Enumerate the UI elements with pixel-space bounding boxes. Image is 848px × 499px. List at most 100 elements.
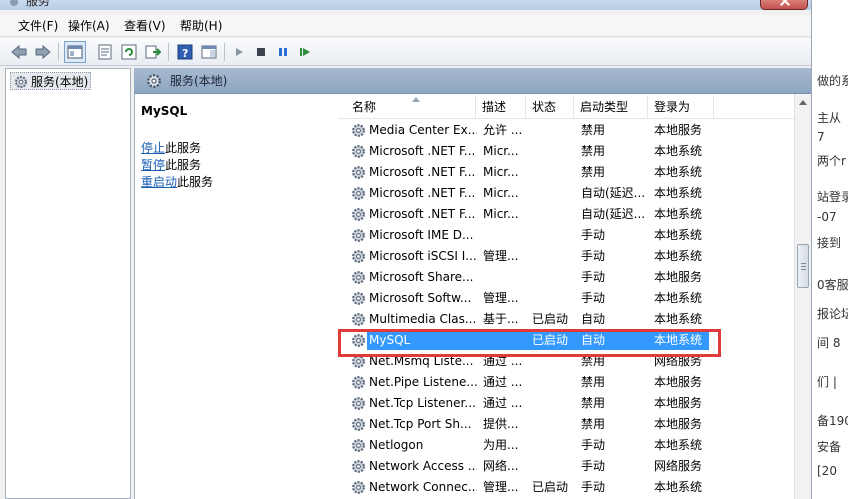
pause-service-button[interactable]	[272, 41, 294, 63]
back-button[interactable]	[8, 41, 30, 63]
service-description-cell: 管理...	[483, 480, 519, 494]
title-bar[interactable]: 服务	[0, 0, 811, 10]
table-row[interactable]: Microsoft .NET F... Micr... 禁用 本地系统	[338, 141, 794, 162]
play-icon	[236, 48, 243, 56]
help-button[interactable]: ?	[174, 41, 196, 63]
gear-icon	[352, 313, 365, 326]
grip-line	[801, 269, 806, 270]
toolbar-separator	[168, 43, 169, 61]
column-header-log-on-as[interactable]: 登录为	[648, 96, 714, 118]
gear-icon	[352, 124, 365, 137]
scroll-up-arrow-icon[interactable]	[799, 100, 807, 105]
service-logon-cell: 本地系统	[654, 480, 703, 494]
refresh-button[interactable]	[118, 41, 140, 63]
service-name-cell: Microsoft Softw...	[369, 291, 472, 305]
service-name-cell: Microsoft .NET F...	[369, 165, 476, 179]
restart-service-button[interactable]	[294, 41, 316, 63]
services-window: 服务 文件(F) 操作(A) 查看(V) 帮助(H) ? 服务(本地) 服务(本…	[0, 0, 812, 499]
column-header-description[interactable]: 描述	[476, 96, 526, 118]
forward-button[interactable]	[32, 41, 54, 63]
svg-text:?: ?	[182, 47, 188, 60]
gear-icon	[352, 376, 365, 389]
service-logon-cell: 本地服务	[654, 375, 703, 389]
tree-item-services-local[interactable]: 服务(本地)	[10, 72, 92, 90]
service-description-cell: Micr...	[483, 165, 519, 179]
table-row[interactable]: Media Center Ex... 允许 ... 禁用 本地服务	[338, 120, 794, 141]
properties-button[interactable]	[94, 41, 116, 63]
gear-icon	[352, 292, 365, 305]
table-row[interactable]: Microsoft .NET F... Micr... 禁用 本地系统	[338, 162, 794, 183]
column-header-status[interactable]: 状态	[526, 96, 574, 118]
show-action-pane-button[interactable]	[198, 41, 220, 63]
table-row[interactable]: Microsoft Softw... 管理... 手动 本地系统	[338, 288, 794, 309]
service-startup-type-cell: 手动	[581, 438, 606, 452]
stop-service-link[interactable]: 停止	[141, 141, 165, 155]
table-row[interactable]: Microsoft .NET F... Micr... 自动(延迟... 本地系统	[338, 183, 794, 204]
window-title: 服务	[26, 0, 51, 8]
table-row[interactable]: Multimedia Clas... 基于... 已启动 自动 本地系统	[338, 309, 794, 330]
background-text-fragment: 备190	[817, 414, 848, 428]
service-startup-type-cell: 禁用	[581, 417, 606, 431]
show-hide-console-tree-button[interactable]	[64, 41, 86, 63]
gear-icon	[352, 187, 365, 200]
table-row[interactable]: Net.Tcp Listener... 通过 ... 禁用 本地服务	[338, 393, 794, 414]
background-text-fragment: 们 |	[817, 375, 837, 389]
table-row[interactable]: Microsoft .NET F... Micr... 自动(延迟... 本地系统	[338, 204, 794, 225]
table-row[interactable]: Net.Tcp Port Sh... 提供... 禁用 本地服务	[338, 414, 794, 435]
scrollbar-thumb[interactable]	[797, 244, 809, 288]
menu-file[interactable]: 文件(F)	[14, 18, 62, 34]
column-header-startup-type[interactable]: 启动类型	[574, 96, 648, 118]
service-name-cell: Netlogon	[369, 438, 424, 452]
table-row[interactable]: Network Access ... 网络... 手动 网络服务	[338, 456, 794, 477]
table-row[interactable]: Netlogon 为用... 手动 本地系统	[338, 435, 794, 456]
service-name-cell: Network Connec...	[369, 480, 477, 494]
service-name-cell: Microsoft .NET F...	[369, 144, 476, 158]
help-icon: ?	[177, 44, 193, 60]
service-name-cell: Microsoft .NET F...	[369, 186, 476, 200]
vertical-scrollbar[interactable]	[794, 94, 811, 499]
table-row[interactable]: Net.Pipe Listene... 通过 ... 禁用 本地服务	[338, 372, 794, 393]
sort-ascending-icon	[412, 97, 420, 102]
gear-icon	[352, 418, 365, 431]
service-logon-cell: 本地服务	[654, 417, 703, 431]
restart-service-link[interactable]: 重启动	[141, 175, 177, 189]
service-name-cell: Media Center Ex...	[369, 123, 477, 137]
service-startup-type-cell: 自动	[581, 312, 606, 326]
column-header-label: 状态	[532, 100, 557, 114]
service-name-cell: Multimedia Clas...	[369, 312, 477, 326]
menu-help[interactable]: 帮助(H)	[176, 18, 226, 34]
service-startup-type-cell: 禁用	[581, 165, 606, 179]
service-name-cell: Net.Tcp Listener...	[369, 396, 476, 410]
close-window-button[interactable]	[760, 0, 808, 10]
table-row[interactable]: Microsoft iSCSI I... 管理... 手动 本地系统	[338, 246, 794, 267]
background-text-fragment: 安备	[817, 440, 842, 454]
export-list-icon	[145, 45, 161, 59]
service-logon-cell: 本地服务	[654, 396, 703, 410]
service-logon-cell: 本地系统	[654, 249, 703, 263]
menu-action[interactable]: 操作(A)	[64, 18, 114, 34]
back-arrow-icon	[11, 44, 27, 60]
table-row[interactable]: Microsoft Share... 手动 本地服务	[338, 267, 794, 288]
menu-view[interactable]: 查看(V)	[120, 18, 170, 34]
service-startup-type-cell: 手动	[581, 459, 606, 473]
service-description-cell: 提供...	[483, 417, 519, 431]
pause-icon	[279, 48, 287, 56]
column-header-name[interactable]: 名称	[346, 96, 476, 118]
service-logon-cell: 本地系统	[654, 207, 703, 221]
background-text-fragment: 7	[817, 130, 825, 144]
table-row[interactable]: Network Connec... 管理... 已启动 手动 本地系统	[338, 477, 794, 498]
service-startup-type-cell: 手动	[581, 249, 606, 263]
background-text-fragment: 两个r	[817, 154, 846, 168]
service-startup-type-cell: 禁用	[581, 396, 606, 410]
service-name-cell: Network Access ...	[369, 459, 477, 473]
start-service-button[interactable]	[228, 41, 250, 63]
service-description-cell: 网络...	[483, 459, 519, 473]
export-list-button[interactable]	[142, 41, 164, 63]
background-text-fragment: -07	[817, 210, 837, 224]
table-row[interactable]: Microsoft IME D... 手动 本地系统	[338, 225, 794, 246]
pause-service-link[interactable]: 暂停	[141, 158, 165, 172]
stop-service-button[interactable]	[250, 41, 272, 63]
background-text-fragment: 做的系	[817, 74, 848, 88]
gear-icon	[352, 439, 365, 452]
background-browser-page: 做的系主从 7 两个r 站登录 -07 接到 0客服报论坛间 8 们 | 备190 安备 [20	[813, 0, 848, 499]
